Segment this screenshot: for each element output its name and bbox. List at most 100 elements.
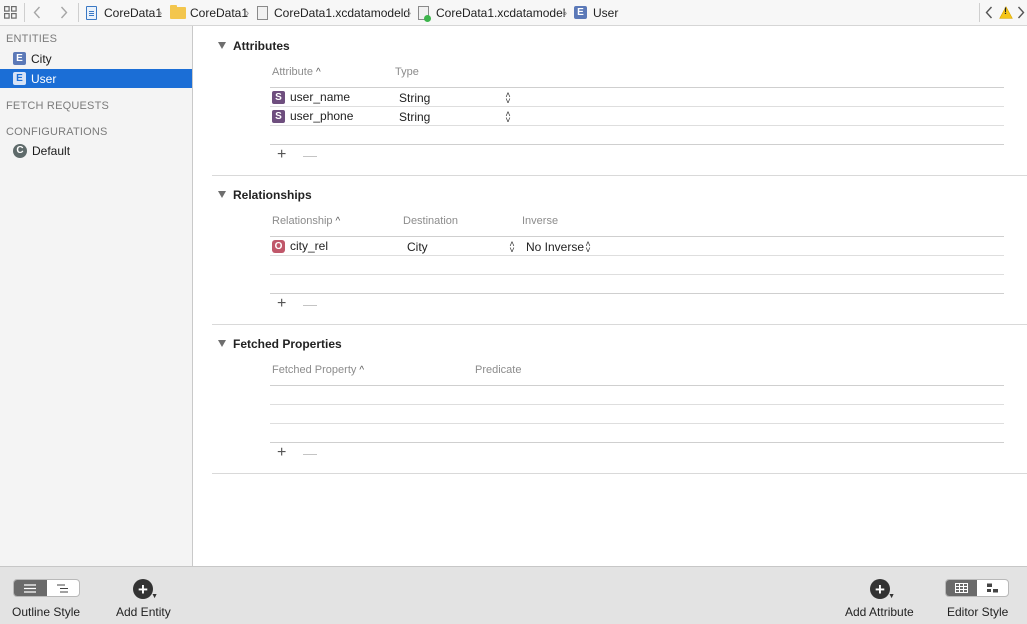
outline-style-label: Outline Style [12, 605, 81, 619]
plus-icon: + [875, 579, 885, 599]
breadcrumb-group[interactable]: CoreData1 [170, 0, 248, 25]
breadcrumb-entity-label: User [593, 5, 619, 20]
sidebar-item-user[interactable]: E User [0, 69, 192, 88]
list-icon [24, 583, 37, 593]
breadcrumb-chevron-icon: › [407, 5, 412, 20]
sidebar-item-default-configuration[interactable]: C Default [0, 141, 192, 160]
table-editor-style-button[interactable] [946, 580, 977, 596]
fetched-property-column-label: Fetched Property [272, 364, 357, 376]
breadcrumb-chevron-icon: › [158, 5, 163, 20]
graph-editor-style-button[interactable] [977, 580, 1008, 596]
breadcrumb-chevron-icon: › [563, 5, 568, 20]
plus-icon: + [138, 579, 148, 599]
fetched-property-column-header[interactable]: Fetched Property ^ [272, 364, 364, 376]
remove-relationship-minus-button[interactable]: — [303, 296, 317, 312]
outline-style-button[interactable] [47, 580, 80, 596]
project-file-icon [86, 5, 97, 20]
inverse-column-header[interactable]: Inverse [522, 215, 558, 227]
disclosure-triangle-icon[interactable] [218, 42, 226, 49]
dropdown-triangle-icon: ▼ [888, 593, 895, 600]
add-relationship-plus-button[interactable]: + [277, 295, 286, 313]
configuration-icon: C [13, 143, 27, 158]
relationship-icon: O [272, 239, 285, 253]
table-row[interactable]: O city_rel [272, 239, 328, 253]
add-entity-button[interactable]: + ▼ [133, 579, 158, 600]
attribute-name[interactable]: user_phone [290, 109, 353, 123]
attribute-icon: S [272, 90, 285, 104]
type-popup-chevron-icon[interactable]: ˄ ˅ [504, 110, 512, 125]
attribute-type-select[interactable]: String [399, 91, 430, 105]
breadcrumb-chevron-icon: › [245, 5, 250, 20]
attribute-name[interactable]: user_name [290, 90, 350, 104]
breadcrumb-group-label: CoreData1 [190, 5, 249, 20]
warning-mark: ! [1004, 6, 1007, 16]
outline-style-segmented-control[interactable] [13, 579, 80, 597]
breadcrumb-model-bundle-label: CoreData1.xcdatamodeld [274, 5, 411, 20]
model-version-icon [418, 5, 431, 22]
breadcrumb-model-version[interactable]: CoreData1.xcdatamodel [418, 0, 565, 25]
breadcrumb-model-bundle[interactable]: CoreData1.xcdatamodeld [257, 0, 410, 25]
bottom-toolbar: Outline Style + ▼ Add Entity + ▼ Add Attri… [0, 566, 1027, 624]
sort-ascending-icon: ^ [315, 67, 321, 78]
attribute-type-select[interactable]: String [399, 110, 430, 124]
breadcrumb-project-label: CoreData1 [104, 5, 163, 20]
entities-header: ENTITIES [6, 33, 58, 45]
editor-style-segmented-control[interactable] [945, 579, 1009, 597]
add-attribute-label: Add Attribute [845, 605, 914, 619]
table-style-button[interactable] [14, 580, 47, 596]
entity-icon: E [574, 6, 587, 19]
entity-icon: E [13, 52, 26, 65]
sidebar-item-label: Default [32, 143, 71, 158]
attributes-section-title: Attributes [233, 39, 290, 53]
disclosure-triangle-icon[interactable] [218, 340, 226, 347]
sort-ascending-icon: ^ [359, 365, 365, 376]
table-row[interactable]: S user_phone [272, 109, 353, 123]
relationship-column-label: Relationship [272, 215, 333, 227]
type-column-header[interactable]: Type [395, 66, 419, 78]
add-attribute-button[interactable]: + ▼ [870, 579, 895, 600]
add-fetched-property-plus-button[interactable]: + [277, 444, 286, 462]
forward-arrow-icon[interactable] [60, 0, 68, 25]
breadcrumb-entity[interactable]: E User [574, 0, 618, 25]
folder-icon [170, 4, 186, 19]
disclosure-triangle-icon[interactable] [218, 191, 226, 198]
add-attribute-plus-button[interactable]: + [277, 146, 286, 164]
entity-icon: E [13, 72, 26, 85]
warning-icon[interactable]: ! [999, 0, 1013, 25]
breadcrumb-project[interactable]: CoreData1 [86, 0, 162, 25]
relationship-column-header[interactable]: Relationship ^ [272, 215, 340, 227]
predicate-column-header[interactable]: Predicate [475, 364, 521, 376]
inverse-popup-chevron-icon[interactable]: ˄ ˅ [584, 240, 592, 255]
destination-column-header[interactable]: Destination [403, 215, 458, 227]
graph-icon [987, 583, 998, 593]
fetch-requests-header: FETCH REQUESTS [6, 100, 110, 112]
fetched-properties-section-title: Fetched Properties [233, 337, 342, 351]
remove-attribute-minus-button[interactable]: — [303, 147, 317, 163]
configurations-header: CONFIGURATIONS [6, 126, 108, 138]
type-popup-chevron-icon[interactable]: ˄ ˅ [504, 91, 512, 106]
add-entity-label: Add Entity [116, 605, 171, 619]
inverse-select[interactable]: No Inverse [526, 240, 584, 254]
previous-issue-icon[interactable] [985, 0, 993, 25]
dropdown-triangle-icon: ▼ [151, 593, 158, 600]
destination-popup-chevron-icon[interactable]: ˄ ˅ [508, 240, 516, 255]
editor-style-label: Editor Style [947, 605, 1009, 619]
remove-fetched-property-minus-button[interactable]: — [303, 445, 317, 461]
table-grid-icon [955, 583, 968, 593]
outline-list-icon [56, 583, 68, 593]
model-bundle-icon [257, 5, 268, 20]
next-issue-icon[interactable] [1017, 0, 1025, 25]
relationships-section-title: Relationships [233, 188, 312, 202]
attribute-column-label: Attribute [272, 66, 313, 78]
breadcrumb-model-version-label: CoreData1.xcdatamodel [436, 5, 566, 20]
attribute-column-header[interactable]: Attribute ^ [272, 66, 321, 78]
related-items-grid-icon[interactable] [4, 0, 17, 25]
attribute-icon: S [272, 109, 285, 123]
relationship-name[interactable]: city_rel [290, 239, 328, 253]
destination-select[interactable]: City [407, 240, 428, 254]
sidebar-item-city[interactable]: E City [0, 49, 192, 68]
back-arrow-icon[interactable] [33, 0, 41, 25]
jump-bar: CoreData1 › CoreData1 › CoreData1.xcdata… [0, 0, 1027, 26]
sidebar-item-label: City [31, 51, 52, 66]
table-row[interactable]: S user_name [272, 90, 350, 104]
